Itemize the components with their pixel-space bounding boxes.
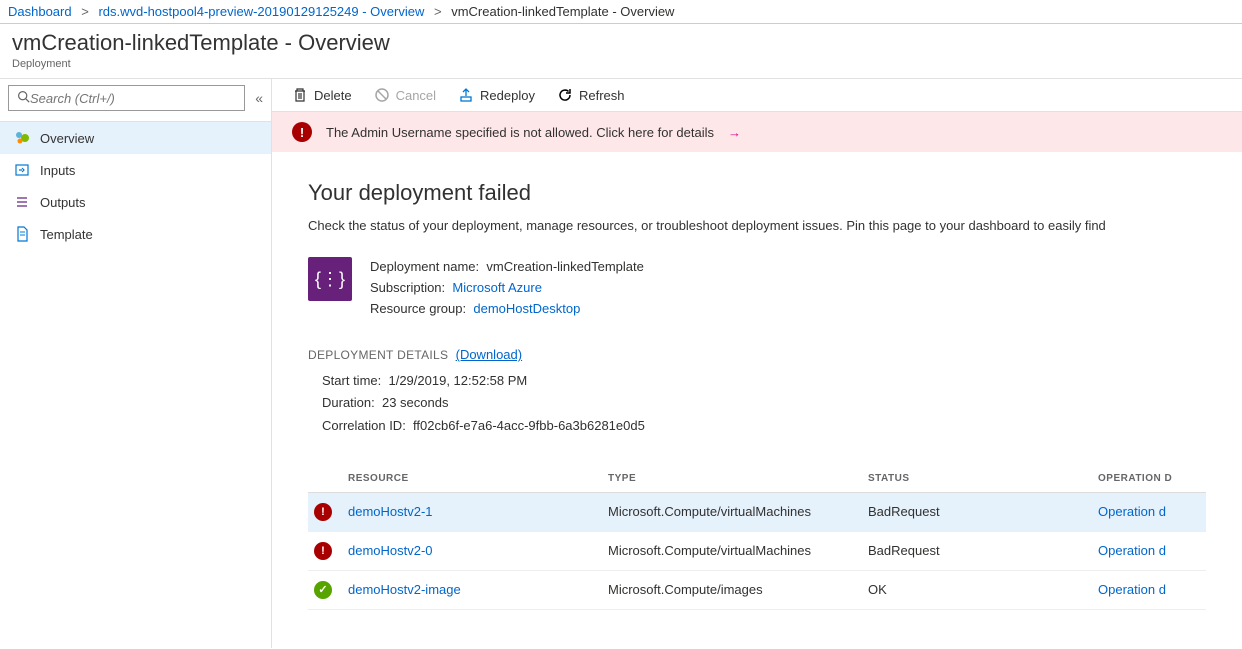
breadcrumb-sep: > xyxy=(81,4,89,19)
main-content: Delete Cancel Redeploy Refresh ! The Adm… xyxy=(272,79,1242,648)
resource-link[interactable]: demoHostv2-0 xyxy=(348,543,433,558)
trash-icon xyxy=(292,87,308,103)
page-title: vmCreation-linkedTemplate - Overview xyxy=(12,30,1230,56)
page-header: vmCreation-linkedTemplate - Overview Dep… xyxy=(0,24,1242,79)
deployment-meta: Deployment name: vmCreation-linkedTempla… xyxy=(370,257,644,319)
success-status-icon: ✓ xyxy=(314,581,332,599)
operation-link[interactable]: Operation d xyxy=(1098,504,1166,519)
refresh-icon xyxy=(557,87,573,103)
search-icon xyxy=(17,90,30,106)
sidebar: « Overview Inputs Outputs Template xyxy=(0,79,272,648)
refresh-label: Refresh xyxy=(579,88,625,103)
duration-label: Duration: xyxy=(322,395,375,410)
outputs-icon xyxy=(14,194,30,210)
inputs-icon xyxy=(14,162,30,178)
correlation-id-value: ff02cb6f-e7a6-4acc-9fbb-6a3b6281e0d5 xyxy=(413,418,645,433)
resource-type: Microsoft.Compute/virtualMachines xyxy=(608,504,868,519)
sidebar-item-label: Template xyxy=(40,227,93,242)
resource-type: Microsoft.Compute/virtualMachines xyxy=(608,543,868,558)
error-badge-icon: ! xyxy=(292,122,312,142)
breadcrumb-sep: > xyxy=(434,4,442,19)
breadcrumb: Dashboard > rds.wvd-hostpool4-preview-20… xyxy=(0,0,1242,24)
table-row[interactable]: ! demoHostv2-1 Microsoft.Compute/virtual… xyxy=(308,493,1206,532)
deploy-name-value: vmCreation-linkedTemplate xyxy=(486,259,644,274)
error-banner[interactable]: ! The Admin Username specified is not al… xyxy=(272,112,1242,152)
cancel-button: Cancel xyxy=(374,87,436,103)
search-box[interactable] xyxy=(8,85,245,111)
resource-link[interactable]: demoHostv2-image xyxy=(348,582,461,597)
resource-status: BadRequest xyxy=(868,504,1098,519)
overview-icon xyxy=(14,130,30,146)
details-block: Start time: 1/29/2019, 12:52:58 PM Durat… xyxy=(322,370,1206,436)
failure-description: Check the status of your deployment, man… xyxy=(308,218,1206,233)
header-status: STATUS xyxy=(868,473,1098,484)
deployment-icon: {⋮} xyxy=(308,257,352,301)
resource-link[interactable]: demoHostv2-1 xyxy=(348,504,433,519)
breadcrumb-link[interactable]: rds.wvd-hostpool4-preview-20190129125249… xyxy=(98,4,424,19)
toolbar: Delete Cancel Redeploy Refresh xyxy=(272,79,1242,112)
breadcrumb-link[interactable]: Dashboard xyxy=(8,4,72,19)
error-status-icon: ! xyxy=(314,542,332,560)
header-resource: RESOURCE xyxy=(348,473,608,484)
resource-group-label: Resource group: xyxy=(370,301,466,316)
correlation-id-label: Correlation ID: xyxy=(322,418,406,433)
arrow-right-icon: → xyxy=(728,125,741,140)
failure-title: Your deployment failed xyxy=(308,180,1206,206)
header-type: TYPE xyxy=(608,473,868,484)
start-time-value: 1/29/2019, 12:52:58 PM xyxy=(388,373,527,388)
subscription-link[interactable]: Microsoft Azure xyxy=(452,280,542,295)
redeploy-label: Redeploy xyxy=(480,88,535,103)
collapse-sidebar-icon[interactable]: « xyxy=(255,90,263,106)
banner-text: The Admin Username specified is not allo… xyxy=(326,125,714,140)
deploy-name-label: Deployment name: xyxy=(370,259,479,274)
resource-status: OK xyxy=(868,582,1098,597)
sidebar-item-inputs[interactable]: Inputs xyxy=(0,154,271,186)
sidebar-item-label: Inputs xyxy=(40,163,75,178)
page-subtitle: Deployment xyxy=(12,58,1230,70)
subscription-label: Subscription: xyxy=(370,280,445,295)
template-icon xyxy=(14,226,30,242)
table-row[interactable]: ! demoHostv2-0 Microsoft.Compute/virtual… xyxy=(308,532,1206,571)
table-row[interactable]: ✓ demoHostv2-image Microsoft.Compute/ima… xyxy=(308,571,1206,610)
sidebar-item-outputs[interactable]: Outputs xyxy=(0,186,271,218)
redeploy-icon xyxy=(458,87,474,103)
resource-status: BadRequest xyxy=(868,543,1098,558)
error-status-icon: ! xyxy=(314,503,332,521)
sidebar-item-overview[interactable]: Overview xyxy=(0,122,271,154)
resource-group-link[interactable]: demoHostDesktop xyxy=(473,301,580,316)
resource-table: RESOURCE TYPE STATUS OPERATION D ! demoH… xyxy=(308,465,1206,610)
download-link[interactable]: (Download) xyxy=(456,347,522,362)
sidebar-item-template[interactable]: Template xyxy=(0,218,271,250)
search-input[interactable] xyxy=(30,91,236,106)
refresh-button[interactable]: Refresh xyxy=(557,87,625,103)
redeploy-button[interactable]: Redeploy xyxy=(458,87,535,103)
delete-label: Delete xyxy=(314,88,352,103)
cancel-label: Cancel xyxy=(396,88,436,103)
breadcrumb-current: vmCreation-linkedTemplate - Overview xyxy=(451,4,674,19)
operation-link[interactable]: Operation d xyxy=(1098,543,1166,558)
header-operation: OPERATION D xyxy=(1098,473,1206,484)
operation-link[interactable]: Operation d xyxy=(1098,582,1166,597)
table-header: RESOURCE TYPE STATUS OPERATION D xyxy=(308,465,1206,493)
sidebar-item-label: Overview xyxy=(40,131,94,146)
delete-button[interactable]: Delete xyxy=(292,87,352,103)
cancel-icon xyxy=(374,87,390,103)
sidebar-item-label: Outputs xyxy=(40,195,86,210)
start-time-label: Start time: xyxy=(322,373,381,388)
duration-value: 23 seconds xyxy=(382,395,449,410)
resource-type: Microsoft.Compute/images xyxy=(608,582,868,597)
details-header: DEPLOYMENT DETAILS (Download) xyxy=(308,347,1206,362)
